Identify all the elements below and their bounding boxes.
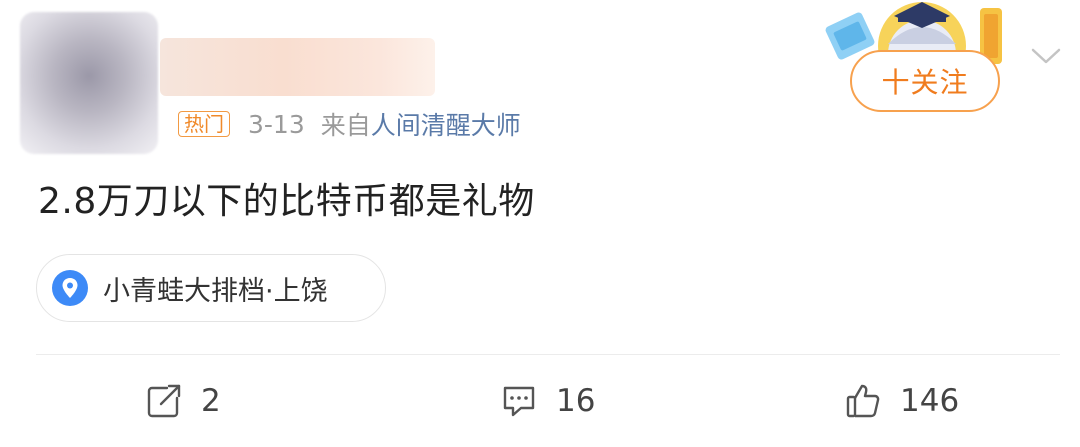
comment-count: 16: [556, 383, 596, 419]
location-pin-icon: [52, 270, 88, 306]
repost-count: 2: [201, 383, 221, 419]
repost-button[interactable]: 2: [145, 380, 221, 422]
share-icon: [147, 384, 181, 418]
source-link[interactable]: 人间清醒大师: [371, 106, 521, 142]
chevron-down-icon[interactable]: [1030, 44, 1062, 68]
comment-button[interactable]: 16: [500, 380, 595, 422]
follow-button[interactable]: 十关注: [850, 50, 1000, 112]
avatar[interactable]: [20, 12, 158, 154]
location-label: 小青蛙大排档·上饶: [103, 275, 328, 307]
post-text: 2.8万刀以下的比特币都是礼物: [38, 181, 535, 222]
divider: [36, 354, 1060, 355]
like-button[interactable]: 146: [844, 380, 959, 422]
post-date: 3-13: [248, 109, 305, 139]
location-chip[interactable]: 小青蛙大排档·上饶: [36, 254, 386, 322]
source-prefix: 来自: [320, 111, 371, 140]
username-blurred[interactable]: [160, 38, 435, 96]
thumbs-up-icon: [846, 384, 880, 418]
hot-badge: 热门: [178, 111, 230, 137]
comment-icon: [503, 386, 535, 417]
post-meta: 热门 3-13 来自 人间清醒大师: [178, 108, 521, 140]
like-count: 146: [900, 383, 960, 419]
